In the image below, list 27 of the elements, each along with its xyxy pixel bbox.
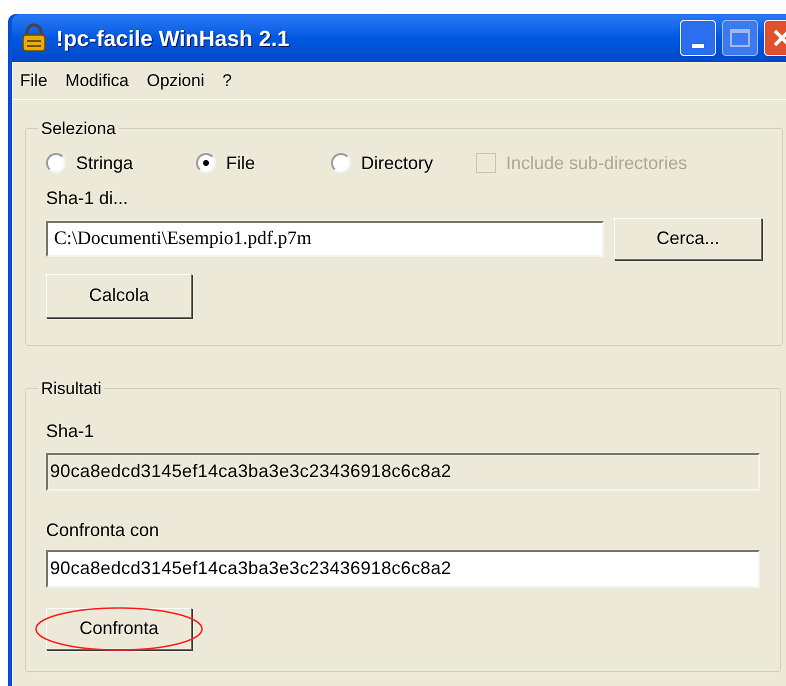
compute-button[interactable]: Calcola: [46, 274, 192, 318]
field-label: Sha-1 di...: [46, 186, 130, 210]
padlock-icon: [20, 23, 48, 53]
radio-button[interactable]: [196, 153, 216, 173]
window-title: !pc-facile WinHash 2.1: [56, 24, 290, 53]
minimize-button[interactable]: [680, 20, 716, 56]
radio-button[interactable]: [46, 153, 66, 173]
hash-result-field[interactable]: 90ca8edcd3145ef14ca3ba3e3c23436918c6c8a2: [46, 452, 760, 490]
field-label: Confronta con: [46, 518, 160, 542]
compare-hash-field[interactable]: 90ca8edcd3145ef14ca3ba3e3c23436918c6c8a2: [46, 550, 760, 588]
checkbox-label: Include sub-directories: [506, 152, 688, 174]
maximize-button[interactable]: [722, 20, 758, 56]
field-label: Sha-1: [46, 420, 96, 442]
radio-label: Directory: [361, 152, 434, 175]
close-icon: [772, 28, 786, 48]
browse-button[interactable]: Cerca...: [614, 218, 762, 260]
menu-item[interactable]: ?: [222, 68, 232, 94]
file-path-field[interactable]: C:\Documenti\Esempio1.pdf.p7m: [46, 220, 604, 256]
group-title: Risultati: [40, 378, 102, 400]
radio-label: File: [226, 152, 256, 174]
menu-item[interactable]: Modifica: [65, 68, 129, 94]
radio-label: Stringa: [76, 152, 134, 175]
compare-button[interactable]: Confronta: [46, 608, 192, 650]
menu-item[interactable]: Opzioni: [146, 68, 204, 94]
group-title: Seleziona: [40, 118, 117, 140]
menu-item[interactable]: File: [20, 68, 48, 94]
radio-button[interactable]: [331, 153, 351, 173]
